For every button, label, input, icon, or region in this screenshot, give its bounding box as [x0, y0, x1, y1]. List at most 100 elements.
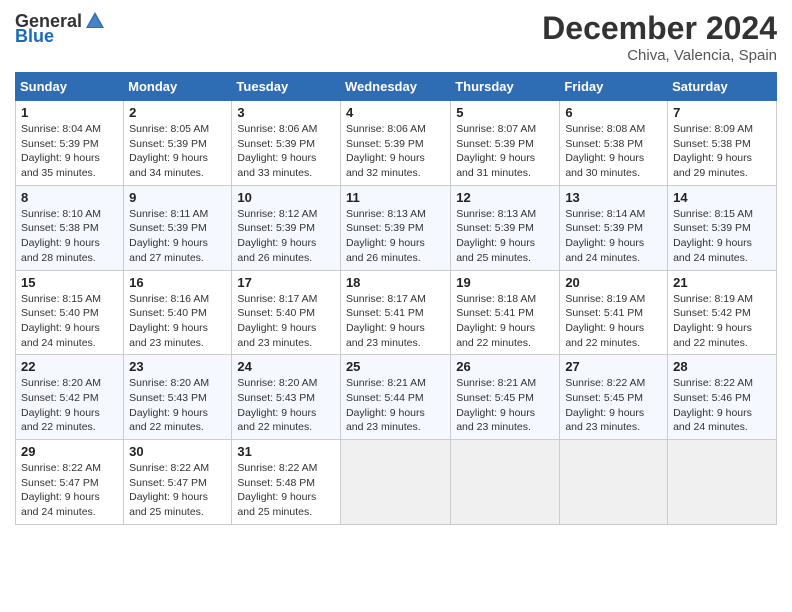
calendar-header-friday: Friday	[560, 73, 668, 101]
day-number: 2	[129, 105, 226, 120]
day-info: Sunrise: 8:17 AM Sunset: 5:41 PM Dayligh…	[346, 292, 445, 351]
day-info: Sunrise: 8:22 AM Sunset: 5:45 PM Dayligh…	[565, 376, 662, 435]
calendar-cell: 3 Sunrise: 8:06 AM Sunset: 5:39 PM Daylig…	[232, 101, 341, 186]
day-info: Sunrise: 8:06 AM Sunset: 5:39 PM Dayligh…	[237, 122, 335, 181]
day-number: 5	[456, 105, 554, 120]
day-info: Sunrise: 8:13 AM Sunset: 5:39 PM Dayligh…	[346, 207, 445, 266]
day-info: Sunrise: 8:09 AM Sunset: 5:38 PM Dayligh…	[673, 122, 771, 181]
calendar-week-row: 22Sunrise: 8:20 AM Sunset: 5:42 PM Dayli…	[16, 355, 777, 440]
day-info: Sunrise: 8:20 AM Sunset: 5:43 PM Dayligh…	[129, 376, 226, 435]
calendar-cell: 19 Sunrise: 8:18 AM Sunset: 5:41 PM Dayli…	[451, 270, 560, 355]
logo-icon	[84, 10, 106, 32]
day-info: Sunrise: 8:22 AM Sunset: 5:47 PM Dayligh…	[21, 461, 118, 520]
calendar-cell: 4 Sunrise: 8:06 AM Sunset: 5:39 PM Daylig…	[340, 101, 450, 186]
calendar-cell	[451, 440, 560, 525]
day-number: 8	[21, 190, 118, 205]
day-info: Sunrise: 8:07 AM Sunset: 5:39 PM Dayligh…	[456, 122, 554, 181]
calendar-cell: 9 Sunrise: 8:11 AM Sunset: 5:39 PM Daylig…	[124, 185, 232, 270]
day-number: 6	[565, 105, 662, 120]
day-info: Sunrise: 8:20 AM Sunset: 5:43 PM Dayligh…	[237, 376, 335, 435]
calendar-cell: 20 Sunrise: 8:19 AM Sunset: 5:41 PM Dayli…	[560, 270, 668, 355]
main-title: December 2024	[542, 10, 777, 47]
day-number: 28	[673, 359, 771, 374]
day-info: Sunrise: 8:19 AM Sunset: 5:41 PM Dayligh…	[565, 292, 662, 351]
main-container: General Blue December 2024 Chiva, Valenc…	[0, 0, 792, 535]
calendar-cell: 24 Sunrise: 8:20 AM Sunset: 5:43 PM Dayli…	[232, 355, 341, 440]
day-info: Sunrise: 8:06 AM Sunset: 5:39 PM Dayligh…	[346, 122, 445, 181]
calendar-week-row: 15 Sunrise: 8:15 AM Sunset: 5:40 PM Dayli…	[16, 270, 777, 355]
day-info: Sunrise: 8:22 AM Sunset: 5:47 PM Dayligh…	[129, 461, 226, 520]
calendar-week-row: 1 Sunrise: 8:04 AM Sunset: 5:39 PM Daylig…	[16, 101, 777, 186]
day-info: Sunrise: 8:13 AM Sunset: 5:39 PM Dayligh…	[456, 207, 554, 266]
day-info: Sunrise: 8:16 AM Sunset: 5:40 PM Dayligh…	[129, 292, 226, 351]
calendar-cell: 12 Sunrise: 8:13 AM Sunset: 5:39 PM Dayli…	[451, 185, 560, 270]
day-info: Sunrise: 8:21 AM Sunset: 5:44 PM Dayligh…	[346, 376, 445, 435]
day-info: Sunrise: 8:15 AM Sunset: 5:40 PM Dayligh…	[21, 292, 118, 351]
calendar-cell: 1 Sunrise: 8:04 AM Sunset: 5:39 PM Daylig…	[16, 101, 124, 186]
calendar-cell: 22Sunrise: 8:20 AM Sunset: 5:42 PM Dayli…	[16, 355, 124, 440]
calendar-header-sunday: Sunday	[16, 73, 124, 101]
calendar-header-thursday: Thursday	[451, 73, 560, 101]
calendar-cell: 2 Sunrise: 8:05 AM Sunset: 5:39 PM Daylig…	[124, 101, 232, 186]
header: General Blue December 2024 Chiva, Valenc…	[15, 10, 777, 64]
calendar-cell: 8 Sunrise: 8:10 AM Sunset: 5:38 PM Daylig…	[16, 185, 124, 270]
day-number: 15	[21, 275, 118, 290]
day-info: Sunrise: 8:20 AM Sunset: 5:42 PM Dayligh…	[21, 376, 118, 435]
day-number: 21	[673, 275, 771, 290]
day-number: 4	[346, 105, 445, 120]
calendar-cell	[560, 440, 668, 525]
day-number: 13	[565, 190, 662, 205]
day-number: 1	[21, 105, 118, 120]
day-number: 20	[565, 275, 662, 290]
calendar-week-row: 8 Sunrise: 8:10 AM Sunset: 5:38 PM Daylig…	[16, 185, 777, 270]
calendar-cell: 5 Sunrise: 8:07 AM Sunset: 5:39 PM Daylig…	[451, 101, 560, 186]
day-info: Sunrise: 8:04 AM Sunset: 5:39 PM Dayligh…	[21, 122, 118, 181]
day-number: 11	[346, 190, 445, 205]
day-number: 12	[456, 190, 554, 205]
calendar-cell: 14Sunrise: 8:15 AM Sunset: 5:39 PM Dayli…	[668, 185, 777, 270]
day-info: Sunrise: 8:15 AM Sunset: 5:39 PM Dayligh…	[673, 207, 771, 266]
calendar-table: SundayMondayTuesdayWednesdayThursdayFrid…	[15, 72, 777, 525]
calendar-cell: 7 Sunrise: 8:09 AM Sunset: 5:38 PM Daylig…	[668, 101, 777, 186]
calendar-cell: 16 Sunrise: 8:16 AM Sunset: 5:40 PM Dayli…	[124, 270, 232, 355]
calendar-cell	[340, 440, 450, 525]
day-number: 10	[237, 190, 335, 205]
day-info: Sunrise: 8:08 AM Sunset: 5:38 PM Dayligh…	[565, 122, 662, 181]
day-info: Sunrise: 8:05 AM Sunset: 5:39 PM Dayligh…	[129, 122, 226, 181]
day-info: Sunrise: 8:19 AM Sunset: 5:42 PM Dayligh…	[673, 292, 771, 351]
day-number: 27	[565, 359, 662, 374]
logo: General Blue	[15, 10, 106, 47]
day-number: 19	[456, 275, 554, 290]
calendar-header-tuesday: Tuesday	[232, 73, 341, 101]
title-block: December 2024 Chiva, Valencia, Spain	[542, 10, 777, 64]
day-number: 3	[237, 105, 335, 120]
day-number: 16	[129, 275, 226, 290]
calendar-cell: 23Sunrise: 8:20 AM Sunset: 5:43 PM Dayli…	[124, 355, 232, 440]
calendar-cell: 27 Sunrise: 8:22 AM Sunset: 5:45 PM Dayli…	[560, 355, 668, 440]
calendar-cell: 21 Sunrise: 8:19 AM Sunset: 5:42 PM Dayli…	[668, 270, 777, 355]
day-number: 29	[21, 444, 118, 459]
day-number: 7	[673, 105, 771, 120]
day-info: Sunrise: 8:18 AM Sunset: 5:41 PM Dayligh…	[456, 292, 554, 351]
calendar-cell	[668, 440, 777, 525]
calendar-header-monday: Monday	[124, 73, 232, 101]
day-info: Sunrise: 8:10 AM Sunset: 5:38 PM Dayligh…	[21, 207, 118, 266]
day-number: 24	[237, 359, 335, 374]
calendar-cell: 29 Sunrise: 8:22 AM Sunset: 5:47 PM Dayli…	[16, 440, 124, 525]
day-number: 9	[129, 190, 226, 205]
calendar-header-wednesday: Wednesday	[340, 73, 450, 101]
day-number: 26	[456, 359, 554, 374]
calendar-cell: 17Sunrise: 8:17 AM Sunset: 5:40 PM Dayli…	[232, 270, 341, 355]
day-number: 25	[346, 359, 445, 374]
calendar-cell: 13Sunrise: 8:14 AM Sunset: 5:39 PM Dayli…	[560, 185, 668, 270]
day-number: 18	[346, 275, 445, 290]
day-info: Sunrise: 8:21 AM Sunset: 5:45 PM Dayligh…	[456, 376, 554, 435]
calendar-header-row: SundayMondayTuesdayWednesdayThursdayFrid…	[16, 73, 777, 101]
calendar-cell: 28 Sunrise: 8:22 AM Sunset: 5:46 PM Dayli…	[668, 355, 777, 440]
day-info: Sunrise: 8:11 AM Sunset: 5:39 PM Dayligh…	[129, 207, 226, 266]
day-number: 17	[237, 275, 335, 290]
calendar-cell: 10Sunrise: 8:12 AM Sunset: 5:39 PM Dayli…	[232, 185, 341, 270]
calendar-header-saturday: Saturday	[668, 73, 777, 101]
day-info: Sunrise: 8:22 AM Sunset: 5:46 PM Dayligh…	[673, 376, 771, 435]
logo-blue: Blue	[15, 26, 54, 47]
